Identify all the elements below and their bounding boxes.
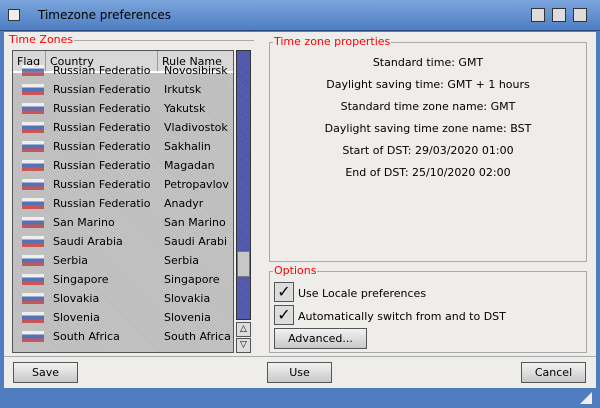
list-item[interactable]: Serbia Serbia	[13, 251, 233, 270]
flag-icon	[22, 122, 44, 133]
dst-end: End of DST: 25/10/2020 02:00	[345, 166, 511, 179]
properties-label: Time zone properties	[273, 35, 392, 48]
country-cell: Russian Federatio	[53, 83, 151, 96]
flag-icon	[22, 331, 44, 342]
use-button[interactable]: Use	[267, 362, 332, 383]
scroll-up-button[interactable]: △	[236, 322, 251, 337]
country-cell: Russian Federatio	[53, 140, 151, 153]
use-locale-label: Use Locale preferences	[298, 287, 427, 300]
save-button[interactable]: Save	[13, 362, 78, 383]
auto-dst-label: Automatically switch from and to DST	[298, 310, 506, 323]
scroll-knob[interactable]	[237, 251, 250, 277]
dst-name: Daylight saving time zone name: BST	[324, 122, 532, 135]
country-cell: Saudi Arabia	[53, 235, 123, 248]
list-item[interactable]: Slovakia Slovakia	[13, 289, 233, 308]
flag-icon	[22, 293, 44, 304]
rule-cell: South Africa	[164, 330, 231, 343]
advanced-button[interactable]: Advanced...	[274, 328, 367, 349]
list-item[interactable]: South Africa South Africa	[13, 327, 233, 346]
list-item[interactable]: San Marino San Marino	[13, 213, 233, 232]
flag-icon	[22, 160, 44, 171]
flag-icon	[22, 141, 44, 152]
resize-handle-icon[interactable]	[580, 392, 592, 404]
flag-icon	[22, 84, 44, 95]
options-label: Options	[273, 264, 318, 277]
title-bar[interactable]: Timezone preferences	[0, 0, 600, 31]
scrollbar[interactable]	[236, 50, 251, 320]
flag-icon	[22, 274, 44, 285]
country-cell: Russian Federatio	[53, 102, 151, 115]
country-cell: Russian Federatio	[53, 159, 151, 172]
standard-name: Standard time zone name: GMT	[340, 100, 516, 113]
auto-dst-checkbox[interactable]: ✓	[274, 305, 294, 325]
country-cell: Serbia	[53, 254, 89, 267]
list-item[interactable]: Russian Federatio Yakutsk	[13, 99, 233, 118]
depth-icon[interactable]	[573, 8, 587, 22]
rule-cell: Vladivostok	[164, 121, 228, 134]
rule-cell: Slovenia	[164, 311, 211, 324]
window: Timezone preferences Time Zones Flag Cou…	[0, 0, 600, 408]
dst-start: Start of DST: 29/03/2020 01:00	[342, 144, 514, 157]
timezones-label: Time Zones	[8, 33, 75, 46]
flag-icon	[22, 312, 44, 323]
list-item[interactable]: Russian Federatio Irkutsk	[13, 80, 233, 99]
list-item[interactable]: Slovenia Slovenia	[13, 308, 233, 327]
country-cell: Russian Federatio	[53, 178, 151, 191]
rule-cell: San Marino	[164, 216, 226, 229]
cancel-button[interactable]: Cancel	[521, 362, 586, 383]
country-cell: South Africa	[53, 330, 120, 343]
rule-cell: Petropavlov	[164, 178, 229, 191]
list-item[interactable]: Russian Federatio Vladivostok	[13, 118, 233, 137]
rule-cell: Magadan	[164, 159, 215, 172]
dst-time: Daylight saving time: GMT + 1 hours	[326, 78, 530, 91]
flag-icon	[22, 198, 44, 209]
flag-icon	[22, 103, 44, 114]
list-item[interactable]: Russian Federatio Sakhalin	[13, 137, 233, 156]
timezone-list[interactable]: Flag Country Rule Name Russian Federatio…	[12, 50, 234, 353]
country-cell: Slovakia	[53, 292, 100, 305]
rule-cell: Anadyr	[164, 197, 204, 210]
list-item[interactable]: Russian Federatio Anadyr	[13, 194, 233, 213]
country-cell: San Marino	[53, 216, 115, 229]
rule-cell: Saudi Arabi	[164, 235, 228, 248]
rule-cell: Singapore	[164, 273, 220, 286]
flag-icon	[22, 217, 44, 228]
flag-icon	[22, 179, 44, 190]
country-cell: Russian Federatio	[53, 121, 151, 134]
rule-cell: Slovakia	[164, 292, 211, 305]
close-button[interactable]	[8, 9, 20, 21]
window-body: Time Zones Flag Country Rule Name Russia…	[4, 32, 596, 388]
rule-cell: Novosibirsk	[164, 64, 228, 77]
list-item[interactable]: Russian Federatio Magadan	[13, 156, 233, 175]
list-item[interactable]: Saudi Arabia Saudi Arabi	[13, 232, 233, 251]
country-cell: Singapore	[53, 273, 109, 286]
list-item[interactable]: Singapore Singapore	[13, 270, 233, 289]
country-cell: Slovenia	[53, 311, 100, 324]
rule-cell: Irkutsk	[164, 83, 202, 96]
iconify-icon[interactable]	[552, 8, 566, 22]
list-item[interactable]: Russian Federatio Petropavlov	[13, 175, 233, 194]
use-locale-checkbox[interactable]: ✓	[274, 282, 294, 302]
rule-cell: Yakutsk	[164, 102, 206, 115]
rule-cell: Serbia	[164, 254, 200, 267]
country-cell: Russian Federatio	[53, 64, 151, 77]
rule-cell: Sakhalin	[164, 140, 211, 153]
zoom-icon[interactable]	[531, 8, 545, 22]
window-title: Timezone preferences	[38, 8, 171, 22]
flag-icon	[22, 255, 44, 266]
country-cell: Russian Federatio	[53, 197, 151, 210]
flag-icon	[22, 236, 44, 247]
scroll-down-button[interactable]: ▽	[236, 338, 251, 353]
standard-time: Standard time: GMT	[372, 56, 484, 69]
flag-icon	[22, 65, 44, 76]
